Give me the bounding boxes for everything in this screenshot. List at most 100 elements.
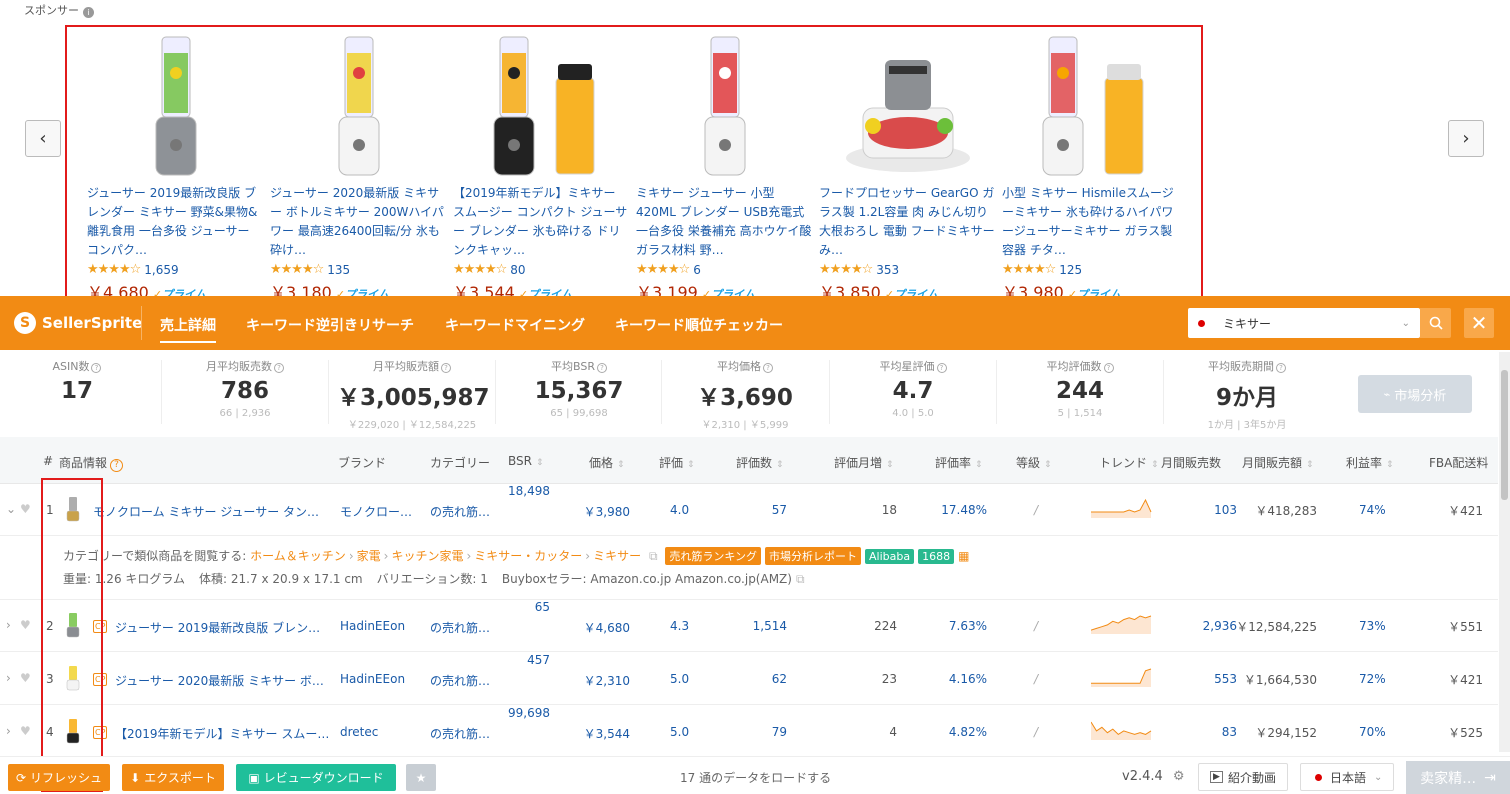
table-row[interactable]: › ♥ 3 CP ジューサー 2020最新版 ミキサー ボ… HadinEEon… — [0, 653, 1498, 705]
chevron-right-icon[interactable]: › — [6, 671, 11, 685]
intro-video-button[interactable]: ▶ 紹介動画 — [1198, 763, 1288, 791]
search-input[interactable] — [1223, 316, 1402, 330]
vertical-scrollbar[interactable] — [1499, 352, 1510, 752]
help-icon[interactable]: ? — [441, 363, 451, 373]
market-analysis-button[interactable]: ⌁ 市場分析 — [1358, 375, 1472, 413]
sponsored-product-card[interactable]: ジューサー 2020最新版 ミキサー ボトルミキサー 200Wハイパワー 最高速… — [270, 27, 448, 303]
category-crumb-link[interactable]: 家電 — [357, 549, 381, 563]
product-title-link[interactable]: モノクローム ミキサー ジューサー タン… — [93, 503, 319, 520]
calculator-icon[interactable]: ▦ — [958, 549, 969, 563]
tab-rank-checker[interactable]: キーワード順位チェッカー — [615, 315, 783, 335]
trend-sparkline[interactable] — [1091, 718, 1153, 740]
trend-sparkline[interactable] — [1091, 665, 1153, 687]
table-row[interactable]: › ♥ 2 CP ジューサー 2019最新改良版 ブレン… HadinEEon … — [0, 600, 1498, 652]
chevron-right-icon[interactable]: › — [6, 618, 11, 632]
product-rating[interactable]: ★★★★☆ 135 — [270, 260, 448, 279]
rating-count[interactable]: 1,659 — [144, 263, 178, 277]
language-select[interactable]: 日本語 ⌄ — [1300, 763, 1394, 791]
product-image[interactable] — [270, 27, 448, 182]
detail-tag-button[interactable]: 売れ筋ランキング — [665, 547, 762, 565]
product-image[interactable] — [819, 27, 997, 182]
category-link[interactable]: の売れ筋… — [430, 619, 490, 636]
trend-sparkline[interactable] — [1091, 496, 1153, 518]
close-button[interactable]: ✕ — [1464, 308, 1494, 338]
tab-sales-details[interactable]: 売上詳細 — [160, 315, 216, 343]
col-rating[interactable]: 評価 ⇕ — [659, 454, 695, 471]
category-link[interactable]: の売れ筋… — [430, 503, 490, 520]
rating-count[interactable]: 6 — [693, 263, 701, 277]
favorite-button[interactable]: ★ — [406, 764, 436, 791]
chevron-down-icon[interactable]: ⌄ — [6, 502, 16, 516]
product-title-link[interactable]: ジューサー 2019最新改良版 ブレン… — [115, 619, 320, 636]
product-image[interactable] — [87, 27, 265, 182]
product-rating[interactable]: ★★★★☆ 1,659 — [87, 260, 265, 279]
help-icon[interactable]: ? — [1103, 363, 1114, 373]
sponsored-product-card[interactable]: 【2019年新モデル】ミキサー スムージー コンパクト ジューサー ブレンダー … — [453, 27, 631, 303]
refresh-button[interactable]: ⟳ リフレッシュ — [8, 764, 110, 791]
table-row[interactable]: › ♥ 4 CP 【2019年新モデル】ミキサー スムー… dretec の売れ… — [0, 706, 1498, 755]
heart-icon[interactable]: ♥ — [20, 618, 31, 632]
help-icon[interactable]: ? — [110, 459, 124, 472]
carousel-prev-button[interactable]: ‹ — [25, 120, 61, 157]
carousel-next-button[interactable]: › — [1448, 120, 1484, 157]
col-grade[interactable]: 等級 ⇕ — [1016, 454, 1052, 471]
heart-icon[interactable]: ♥ — [20, 724, 31, 738]
category-crumb-link[interactable]: ミキサー・カッター — [474, 549, 582, 563]
export-button[interactable]: ⬇ エクスポート — [122, 764, 224, 791]
search-button[interactable] — [1420, 308, 1451, 338]
product-image[interactable] — [636, 27, 814, 182]
sponsored-product-card[interactable]: 小型 ミキサー Hismileスムージーミキサー 氷も砕けるハイパワージューサー… — [1002, 27, 1180, 303]
detail-tag-button[interactable]: Alibaba — [865, 549, 915, 564]
rating-count[interactable]: 353 — [876, 263, 899, 277]
brand-link[interactable]: dretec — [340, 725, 378, 739]
brand-link[interactable]: HadinEEon — [340, 619, 405, 633]
chevron-right-icon[interactable]: › — [6, 724, 11, 738]
product-rating[interactable]: ★★★★☆ 125 — [1002, 260, 1180, 279]
table-row[interactable]: ⌄ ♥ 1 モノクローム ミキサー ジューサー タン… モノクロー… の売れ筋…… — [0, 484, 1498, 536]
help-icon[interactable]: ? — [274, 363, 284, 373]
help-icon[interactable]: ? — [1276, 363, 1286, 373]
rating-count[interactable]: 135 — [327, 263, 350, 277]
heart-icon[interactable]: ♥ — [20, 671, 31, 685]
rating-count[interactable]: 125 — [1059, 263, 1082, 277]
col-fba[interactable]: FBA配送料 — [1429, 454, 1488, 471]
product-image[interactable] — [453, 27, 631, 182]
product-title-link[interactable]: ジューサー 2020最新版 ミキサー ボトルミキサー 200Wハイパワー 最高速… — [270, 184, 448, 260]
seller-button[interactable]: 卖家精… ⇥ — [1406, 761, 1510, 794]
gear-icon[interactable]: ⚙ — [1173, 769, 1185, 784]
external-link-icon[interactable]: ⧉ — [796, 572, 805, 586]
sponsored-product-card[interactable]: フードプロセッサー GearGO ガラス製 1.2L容量 肉 みじん切り 大根お… — [819, 27, 997, 303]
review-download-button[interactable]: ▣ レビューダウンロード — [236, 764, 396, 791]
product-rating[interactable]: ★★★★☆ 353 — [819, 260, 997, 279]
product-rating[interactable]: ★★★★☆ 6 — [636, 260, 814, 279]
col-reviews[interactable]: 評価数 ⇕ — [736, 454, 784, 471]
col-bsr[interactable]: BSR ⇕ — [508, 454, 544, 468]
product-title-link[interactable]: ジューサー 2020最新版 ミキサー ボ… — [115, 672, 324, 689]
product-title-link[interactable]: 小型 ミキサー Hismileスムージーミキサー 氷も砕けるハイパワージューサー… — [1002, 184, 1180, 260]
col-monthly-revenue[interactable]: 月間販売額 ⇕ — [1242, 454, 1314, 471]
col-price[interactable]: 価格 ⇕ — [589, 454, 625, 471]
sponsored-product-card[interactable]: ジューサー 2019最新改良版 ブレンダー ミキサー 野菜&果物&離乳食用 一台… — [87, 27, 265, 303]
category-crumb-link[interactable]: ミキサー — [593, 549, 641, 563]
product-title-link[interactable]: フードプロセッサー GearGO ガラス製 1.2L容量 肉 みじん切り 大根お… — [819, 184, 997, 260]
category-crumb-link[interactable]: ホーム＆キッチン — [250, 549, 346, 563]
category-crumb-link[interactable]: キッチン家電 — [391, 549, 463, 563]
detail-tag-button[interactable]: 市場分析レポート — [765, 547, 862, 565]
tab-keyword-mining[interactable]: キーワードマイニング — [445, 315, 585, 335]
brand-link[interactable]: モノクロー… — [340, 503, 412, 520]
category-link[interactable]: の売れ筋… — [430, 725, 490, 742]
help-icon[interactable]: ? — [596, 363, 607, 373]
product-title-link[interactable]: 【2019年新モデル】ミキサー スムージー コンパクト ジューサー ブレンダー … — [453, 184, 631, 260]
product-title-link[interactable]: ジューサー 2019最新改良版 ブレンダー ミキサー 野菜&果物&離乳食用 一台… — [87, 184, 265, 260]
scrollbar-thumb[interactable] — [1501, 370, 1508, 500]
col-monthly-sales[interactable]: 月間販売数 — [1161, 454, 1221, 471]
rating-count[interactable]: 80 — [510, 263, 525, 277]
col-margin[interactable]: 利益率 ⇕ — [1346, 454, 1394, 471]
col-review-rate[interactable]: 評価率 ⇕ — [935, 454, 983, 471]
col-monthly-reviews[interactable]: 評価月増 ⇕ — [834, 454, 894, 471]
sponsored-product-card[interactable]: ミキサー ジューサー 小型 420ML ブレンダー USB充電式 一台多役 栄養… — [636, 27, 814, 303]
product-title-link[interactable]: ミキサー ジューサー 小型 420ML ブレンダー USB充電式 一台多役 栄養… — [636, 184, 814, 260]
product-image[interactable] — [1002, 27, 1180, 182]
tab-reverse-keyword[interactable]: キーワード逆引きリサーチ — [246, 315, 414, 335]
marketplace-search[interactable]: ⌄ — [1188, 308, 1420, 338]
